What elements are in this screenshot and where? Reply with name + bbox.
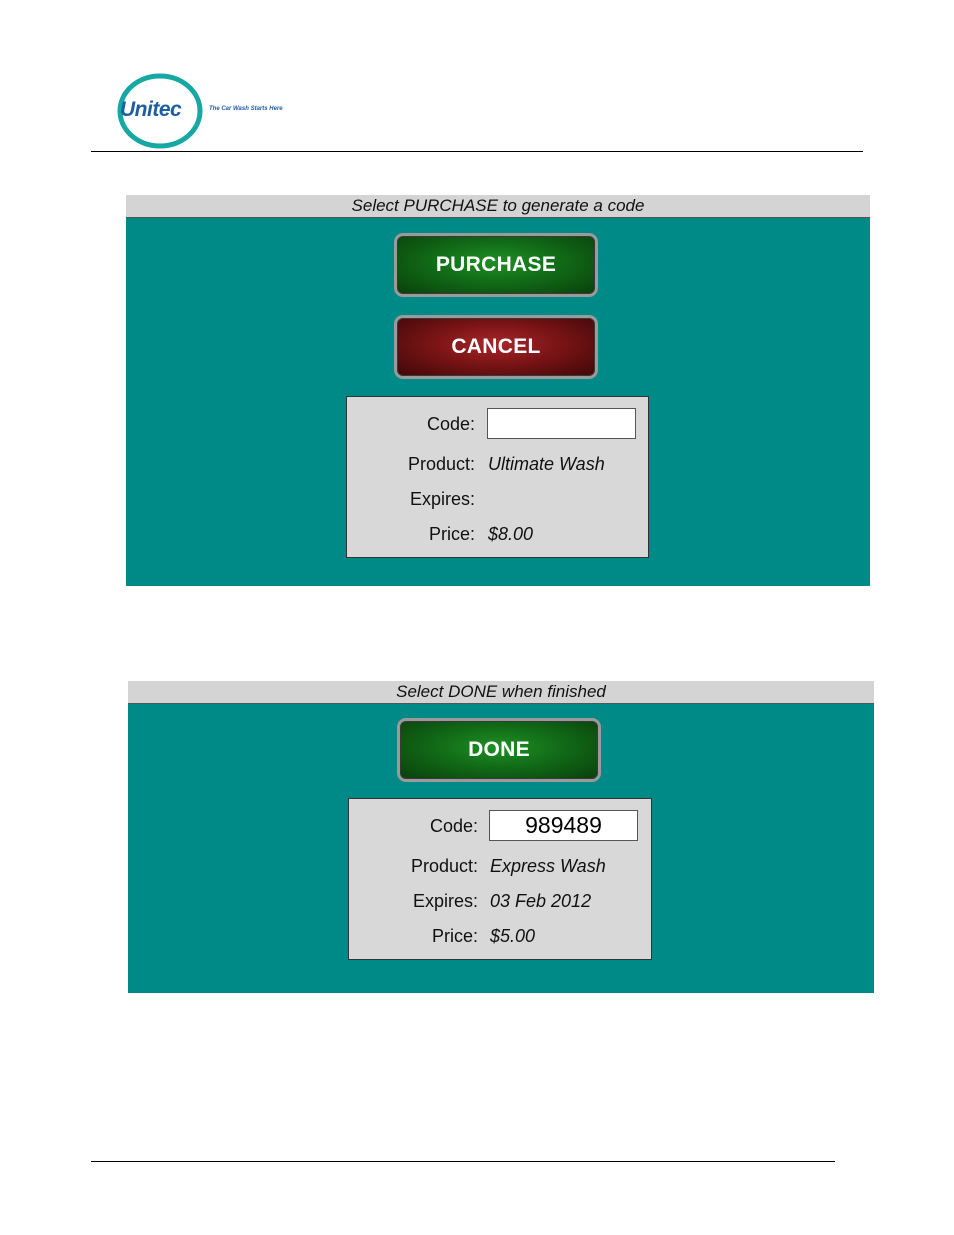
- price-label: Price:: [428, 524, 475, 544]
- code-field[interactable]: 989489: [489, 810, 638, 841]
- product-value: Express Wash: [490, 856, 606, 876]
- footer-divider: [91, 1161, 835, 1162]
- logo-wordmark: Unitec: [120, 98, 182, 121]
- product-row: Product: Ultimate Wash: [347, 449, 648, 479]
- purchase-button[interactable]: PURCHASE: [394, 233, 598, 297]
- expires-row: Expires:: [347, 484, 648, 514]
- done-button[interactable]: DONE: [397, 718, 601, 782]
- expires-label: Expires:: [412, 891, 478, 911]
- done-screen-title: Select DONE when finished: [128, 681, 874, 704]
- expires-value: 03 Feb 2012: [490, 891, 592, 911]
- product-value: Ultimate Wash: [488, 454, 605, 474]
- code-info-panel: Code: Product: Ultimate Wash Expires: Pr…: [346, 396, 649, 558]
- price-value: $8.00: [488, 524, 534, 544]
- product-row: Product: Express Wash: [349, 851, 651, 881]
- price-label: Price:: [431, 926, 478, 946]
- purchase-screen: Select PURCHASE to generate a code PURCH…: [126, 195, 870, 586]
- expires-row: Expires: 03 Feb 2012: [349, 886, 651, 916]
- code-info-panel: Code: 989489 Product: Express Wash Expir…: [348, 798, 652, 960]
- code-field[interactable]: [487, 408, 636, 439]
- expires-label: Expires:: [409, 489, 475, 509]
- price-value: $5.00: [490, 926, 536, 946]
- purchase-screen-title: Select PURCHASE to generate a code: [126, 195, 870, 218]
- product-label: Product:: [407, 454, 475, 474]
- logo-tagline: The Car Wash Starts Here: [209, 106, 283, 112]
- done-screen: Select DONE when finished DONE Code: 989…: [128, 681, 874, 993]
- code-label: Code:: [426, 414, 475, 434]
- price-row: Price: $5.00: [349, 921, 651, 951]
- code-label: Code:: [429, 816, 478, 836]
- header-divider: [91, 151, 863, 152]
- price-row: Price: $8.00: [347, 519, 648, 549]
- product-label: Product:: [410, 856, 478, 876]
- cancel-button[interactable]: CANCEL: [394, 315, 598, 379]
